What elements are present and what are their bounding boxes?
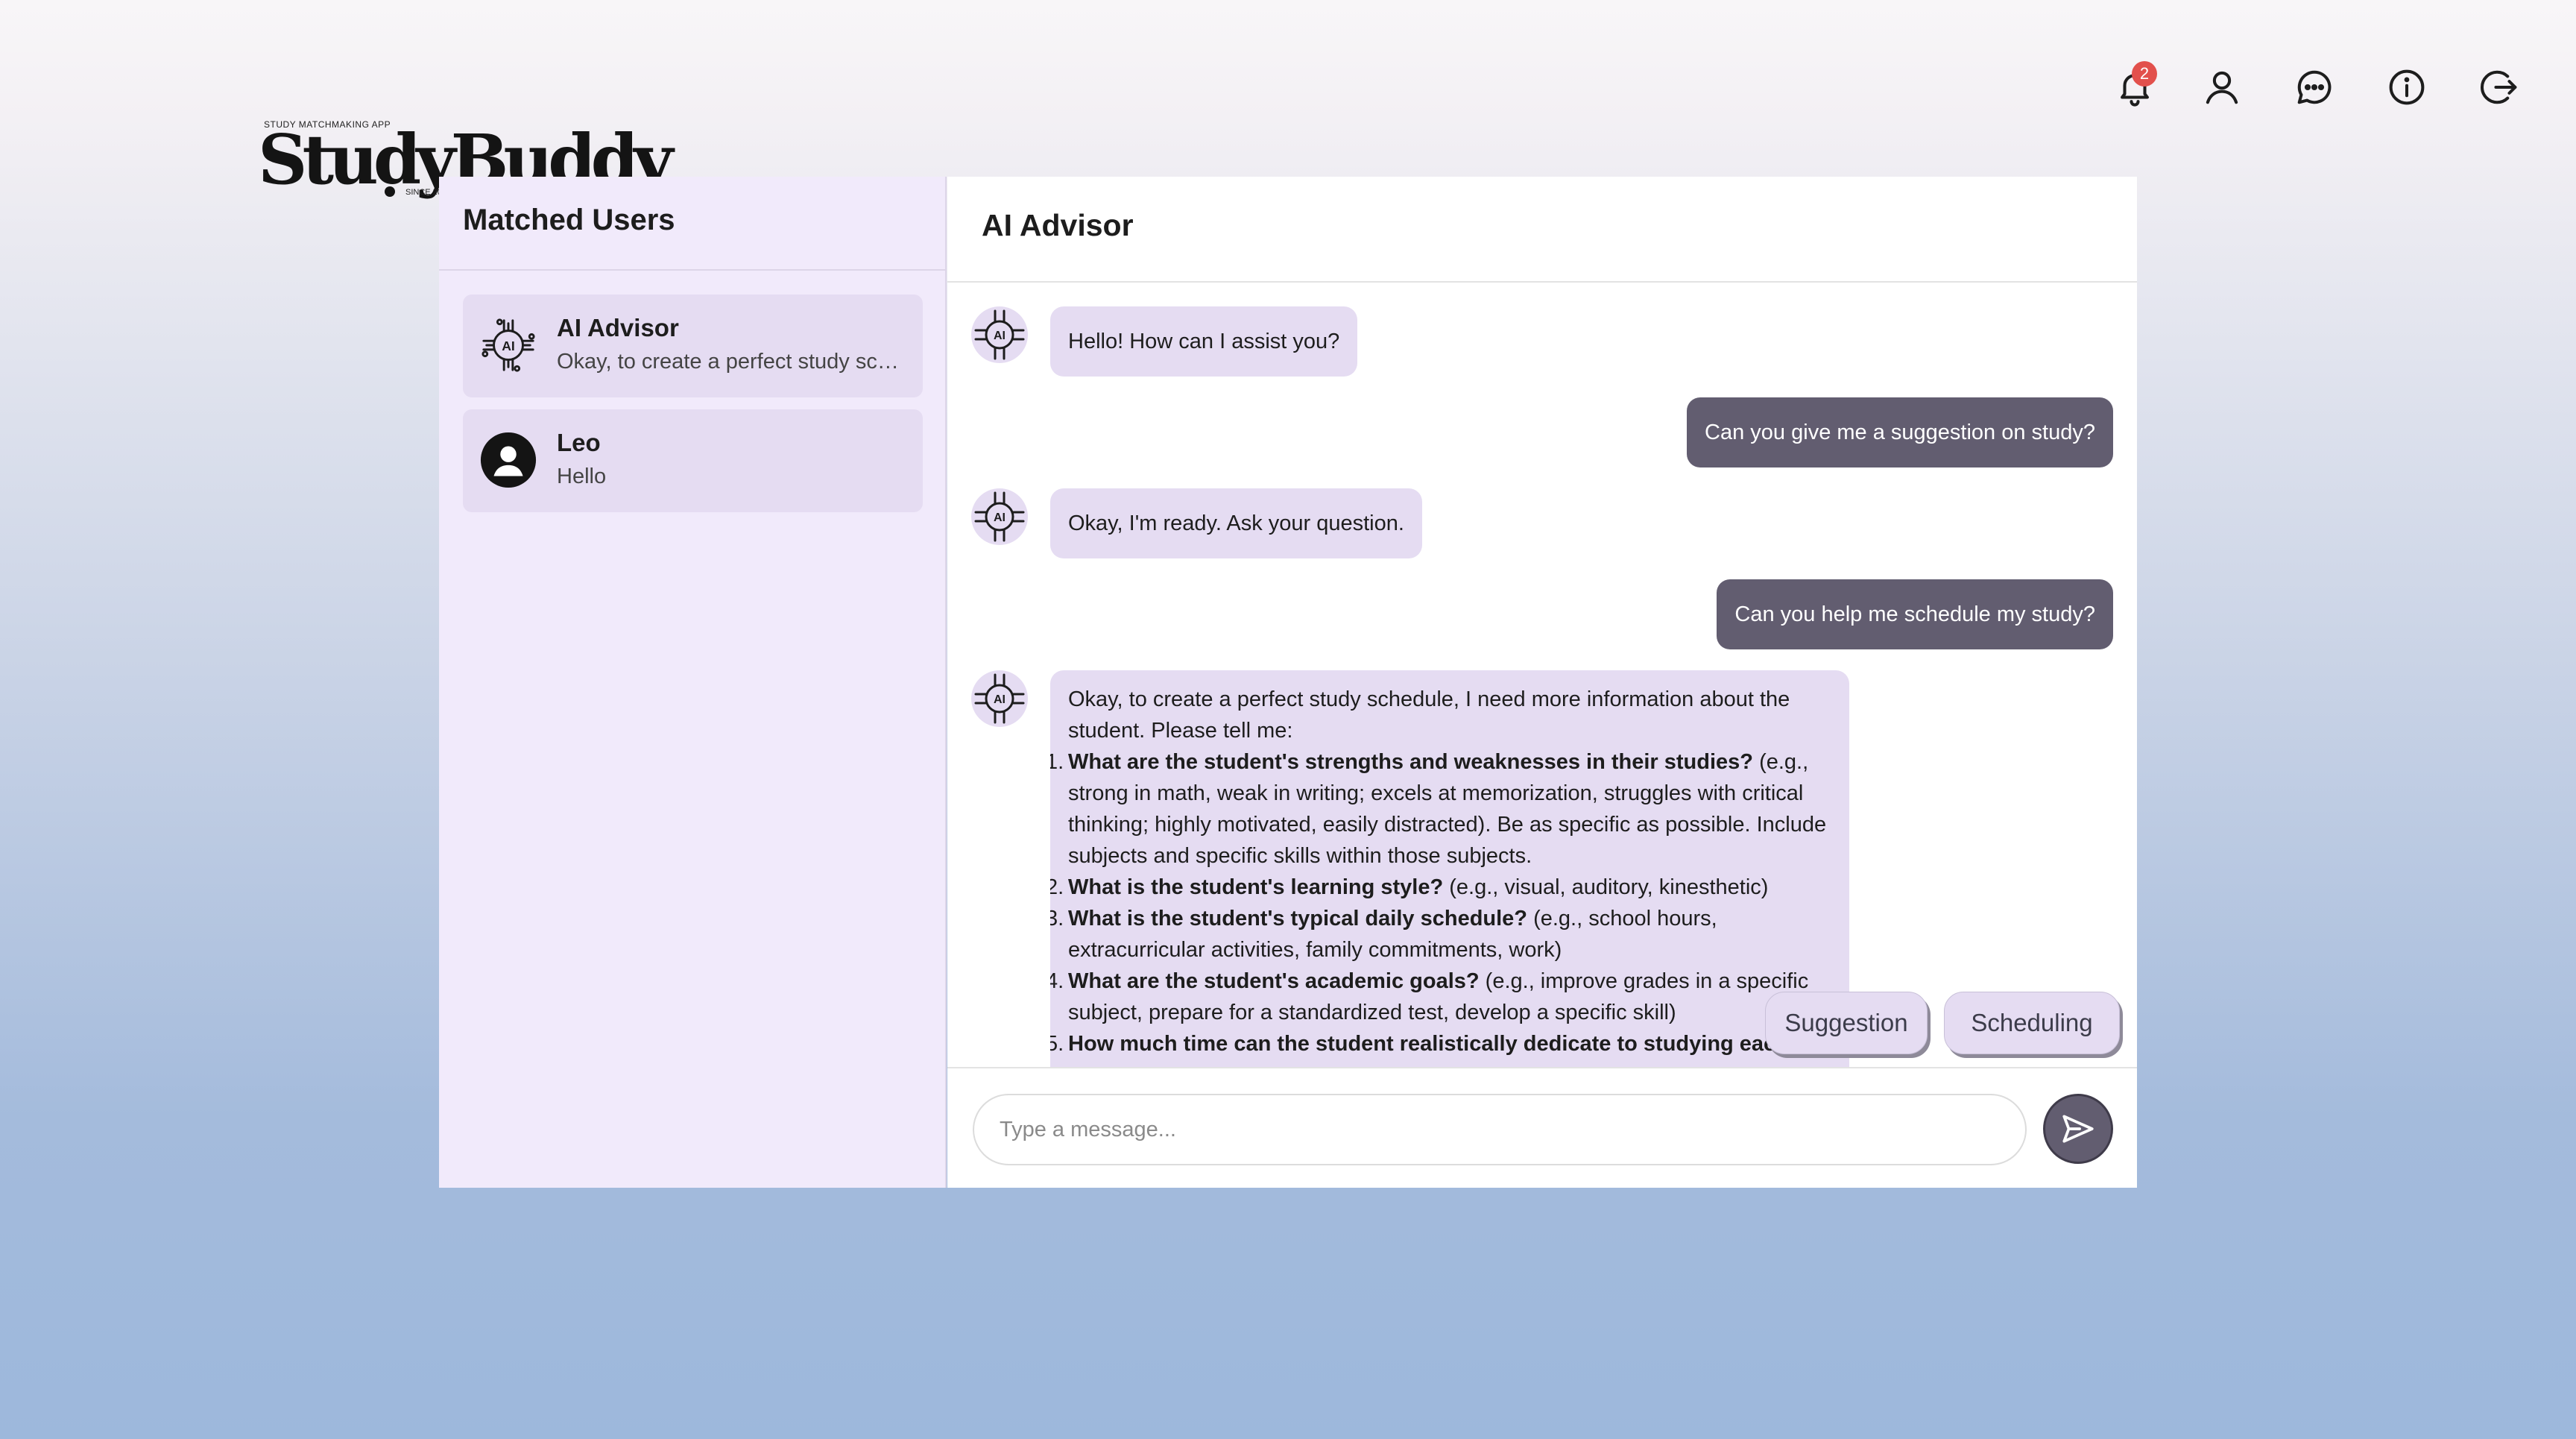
- reply-question-item: 4. What are the student's academic goals?…: [1050, 966, 1831, 1028]
- ai-icon: AI: [479, 316, 537, 374]
- svg-text:AI: AI: [502, 339, 515, 353]
- svg-text:AI: AI: [994, 693, 1006, 706]
- matched-users-title: Matched Users: [463, 204, 675, 236]
- ai-avatar-icon: AI: [970, 487, 1029, 547]
- last-message-preview: Okay, to create a perfect study schedule…: [557, 350, 907, 374]
- user-card-ai-advisor[interactable]: AI AI Advisor Okay, to create a perfect …: [463, 295, 923, 397]
- list-number: 5.: [1050, 1032, 1064, 1056]
- question-bold: What are the student's strengths and wea…: [1068, 750, 1754, 774]
- reply-question-item: 3. What is the student's typical daily sc…: [1050, 903, 1831, 966]
- reply-question-list: 1. What are the student's strengths and w…: [1050, 746, 1831, 1059]
- ai-avatar-icon: AI: [970, 305, 1029, 365]
- logo-dot: [385, 186, 395, 197]
- list-number: 2.: [1050, 875, 1064, 899]
- question-detail: (e.g., visual, auditory, kinesthetic): [1443, 875, 1769, 899]
- question-bold: What is the student's typical daily sche…: [1068, 907, 1528, 931]
- user-message-bubble: Can you help me schedule my study?: [1717, 579, 2113, 649]
- chat-title: AI Advisor: [982, 208, 1134, 242]
- send-button[interactable]: [2043, 1094, 2113, 1164]
- reply-question-item: 2. What is the student's learning style? …: [1050, 872, 1831, 903]
- logout-icon[interactable]: [2478, 66, 2521, 109]
- ai-avatar-icon: AI: [970, 669, 1029, 728]
- reply-question-item: 5. How much time can the student realisti…: [1050, 1028, 1831, 1059]
- ai-message-bubble: Hello! How can I assist you?: [1050, 306, 1358, 377]
- message-composer: [947, 1067, 2137, 1188]
- ai-message-bubble: Okay, I'm ready. Ask your question.: [1050, 488, 1422, 558]
- reply-question-item: 1. What are the student's strengths and w…: [1050, 746, 1831, 872]
- user-card-leo[interactable]: Leo Hello: [463, 409, 923, 512]
- user-message-bubble: Can you give me a suggestion on study?: [1687, 397, 2113, 467]
- send-icon: [2062, 1115, 2094, 1143]
- matched-users-panel: Matched Users AI AI Advisor Okay, to cre…: [439, 177, 947, 1188]
- message-input[interactable]: [973, 1094, 2027, 1165]
- chat-header: AI Advisor: [947, 177, 2137, 283]
- svg-text:AI: AI: [994, 511, 1006, 524]
- last-message-preview: Hello: [557, 465, 607, 488]
- svg-text:AI: AI: [994, 330, 1006, 342]
- user-name: AI Advisor: [557, 314, 679, 341]
- notification-badge: 2: [2132, 61, 2157, 86]
- info-icon[interactable]: [2385, 66, 2428, 109]
- ai-message-bubble-long: Okay, to create a perfect study schedule…: [1050, 670, 1849, 1088]
- user-icon[interactable]: [2200, 66, 2244, 109]
- question-bold: What is the student's learning style?: [1068, 875, 1444, 899]
- chat-icon[interactable]: [2293, 66, 2336, 109]
- list-number: 1.: [1050, 750, 1064, 774]
- person-icon: [479, 431, 537, 489]
- list-number: 3.: [1050, 907, 1064, 931]
- quick-reply-suggestion-button[interactable]: Suggestion: [1765, 992, 1928, 1054]
- list-number: 4.: [1050, 969, 1064, 993]
- user-name: Leo: [557, 429, 601, 456]
- matched-users-header: Matched Users: [439, 177, 945, 271]
- question-bold: What are the student's academic goals?: [1068, 969, 1480, 993]
- reply-intro: Okay, to create a perfect study schedule…: [1068, 687, 1790, 743]
- quick-reply-scheduling-button[interactable]: Scheduling: [1944, 992, 2120, 1054]
- question-bold: How much time can the student realistica…: [1068, 1032, 1789, 1056]
